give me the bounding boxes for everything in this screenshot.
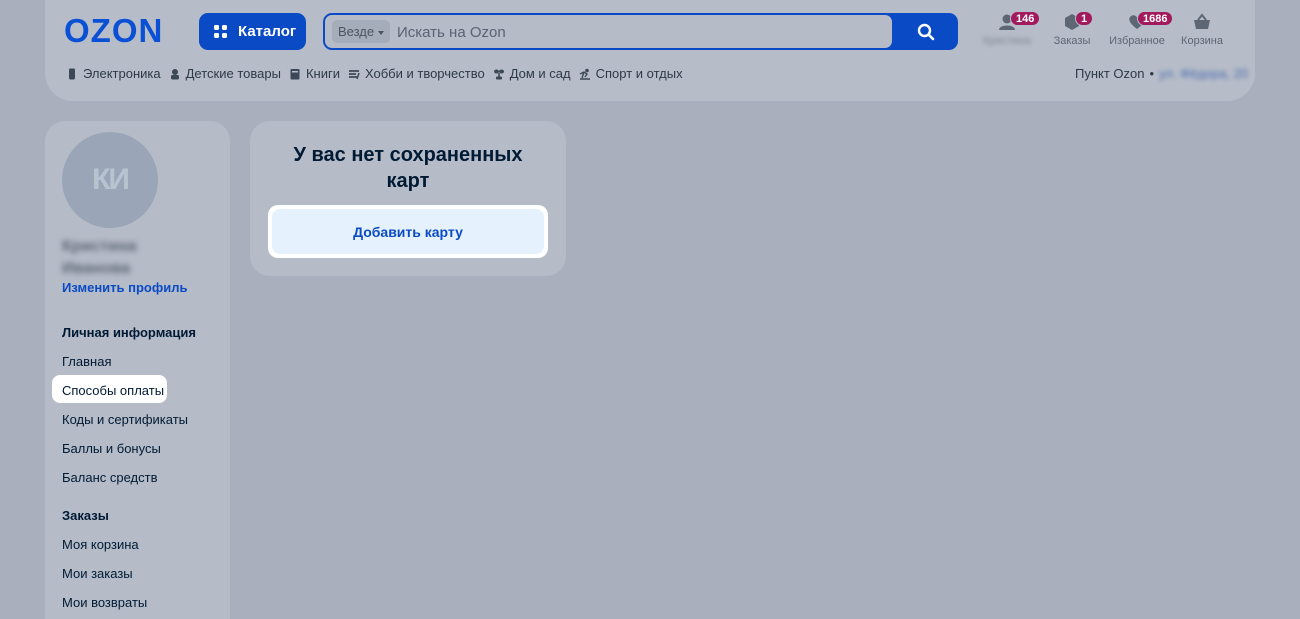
cart-link[interactable]: Корзина [1179, 13, 1225, 47]
favorites-label: Избранное [1109, 35, 1165, 47]
section-personal-info: Личная информация [62, 325, 196, 340]
book-icon [290, 68, 300, 79]
search-input[interactable] [397, 21, 877, 43]
plant-icon [493, 69, 504, 79]
menu-item-label: Баллы и бонусы [62, 441, 161, 456]
pickup-point-selector[interactable]: Пункт Ozon • ул. Фёдора, 20 [1075, 66, 1248, 81]
menu-item-points-bonuses[interactable]: Баллы и бонусы [62, 441, 222, 470]
catalog-label: Каталог [238, 23, 297, 40]
menu-item-my-orders[interactable]: Мои заказы [62, 566, 222, 595]
favorites-link[interactable]: 1686 Избранное [1107, 11, 1174, 47]
user-last-name: Иванова [62, 260, 130, 277]
menu-item-label: Мои заказы [62, 566, 133, 581]
orders-link[interactable]: 1 Заказы [1051, 11, 1094, 47]
category-books[interactable]: Книги [289, 66, 340, 81]
orders-badge: 1 [1075, 11, 1094, 26]
orders-label: Заказы [1053, 35, 1091, 47]
favorites-badge: 1686 [1137, 11, 1174, 26]
category-home-garden[interactable]: Дом и сад [493, 66, 571, 81]
menu-item-label: Моя корзина [62, 537, 139, 552]
search-scope-dropdown[interactable]: Везде [332, 20, 391, 43]
avatar-initials: КИ [92, 163, 130, 196]
menu-item-label: Мои возвраты [62, 595, 148, 610]
empty-cards-title: У вас нет сохраненных карт [293, 144, 523, 192]
category-nav: Электроника Детские товары Книги Хобби и… [66, 66, 683, 81]
ozon-logo[interactable]: OZON [64, 12, 164, 49]
pickup-address: ул. Фёдора, 20 [1159, 66, 1249, 81]
menu-item-codes-certificates[interactable]: Коды и сертификаты [62, 412, 222, 441]
basket-icon [1194, 13, 1210, 29]
pickup-label: Пункт Ozon [1075, 66, 1145, 81]
add-card-label: Добавить карту [272, 209, 544, 254]
menu-item-payment-methods[interactable]: Способы оплаты [52, 375, 222, 412]
category-hobby[interactable]: Хобби и творчество [348, 66, 485, 81]
toy-icon [170, 68, 179, 79]
profile-label: Кристина [983, 35, 1031, 47]
menu-item-label: Главная [62, 354, 112, 369]
edit-profile-link[interactable]: Изменить профиль [62, 280, 188, 295]
menu-item-label: Способы оплаты [62, 383, 165, 398]
category-sport[interactable]: Спорт и отдых [579, 66, 683, 81]
category-label: Книги [305, 66, 340, 81]
add-card-button[interactable]: Добавить карту [268, 205, 548, 258]
scope-label: Везде [338, 24, 375, 39]
grid-icon [214, 25, 227, 38]
search-icon [917, 23, 934, 40]
menu-item-label: Коды и сертификаты [62, 412, 188, 427]
menu-item-my-returns[interactable]: Мои возвраты [62, 595, 222, 619]
user-first-name: Кристина [62, 238, 137, 255]
menu-item-my-cart[interactable]: Моя корзина [62, 537, 222, 566]
profile-badge: 146 [1010, 11, 1041, 26]
category-kids[interactable]: Детские товары [169, 66, 281, 81]
category-label: Детские товары [185, 66, 281, 81]
menu-item-label: Баланс средств [62, 470, 158, 485]
saved-cards-panel: У вас нет сохраненных карт Добавить карт… [250, 121, 566, 276]
profile-sidebar: КИ Кристина Иванова Изменить профиль Лич… [45, 121, 230, 619]
profile-link[interactable]: 146 Кристина [978, 11, 1041, 47]
hobby-icon [348, 69, 360, 79]
search-bar: Везде [323, 13, 958, 50]
account-menu: Личная информация Главная Способы оплаты… [52, 325, 222, 619]
avatar[interactable]: КИ [62, 132, 158, 228]
phone-icon [69, 68, 75, 79]
category-label: Дом и сад [509, 66, 571, 81]
sport-icon [579, 68, 590, 80]
logo-text: OZON [64, 12, 164, 49]
catalog-button[interactable]: Каталог [199, 13, 306, 50]
cart-label: Корзина [1181, 35, 1223, 47]
category-label: Хобби и творчество [364, 66, 485, 81]
category-label: Электроника [83, 66, 161, 81]
category-electronics[interactable]: Электроника [66, 66, 161, 81]
user-name: Кристина Иванова [62, 236, 137, 280]
section-orders: Заказы [62, 508, 109, 523]
pickup-separator: • [1149, 66, 1155, 81]
menu-item-balance[interactable]: Баланс средств [62, 470, 222, 499]
category-label: Спорт и отдых [595, 66, 683, 81]
chevron-down-icon [378, 30, 385, 35]
search-button[interactable] [893, 13, 958, 50]
